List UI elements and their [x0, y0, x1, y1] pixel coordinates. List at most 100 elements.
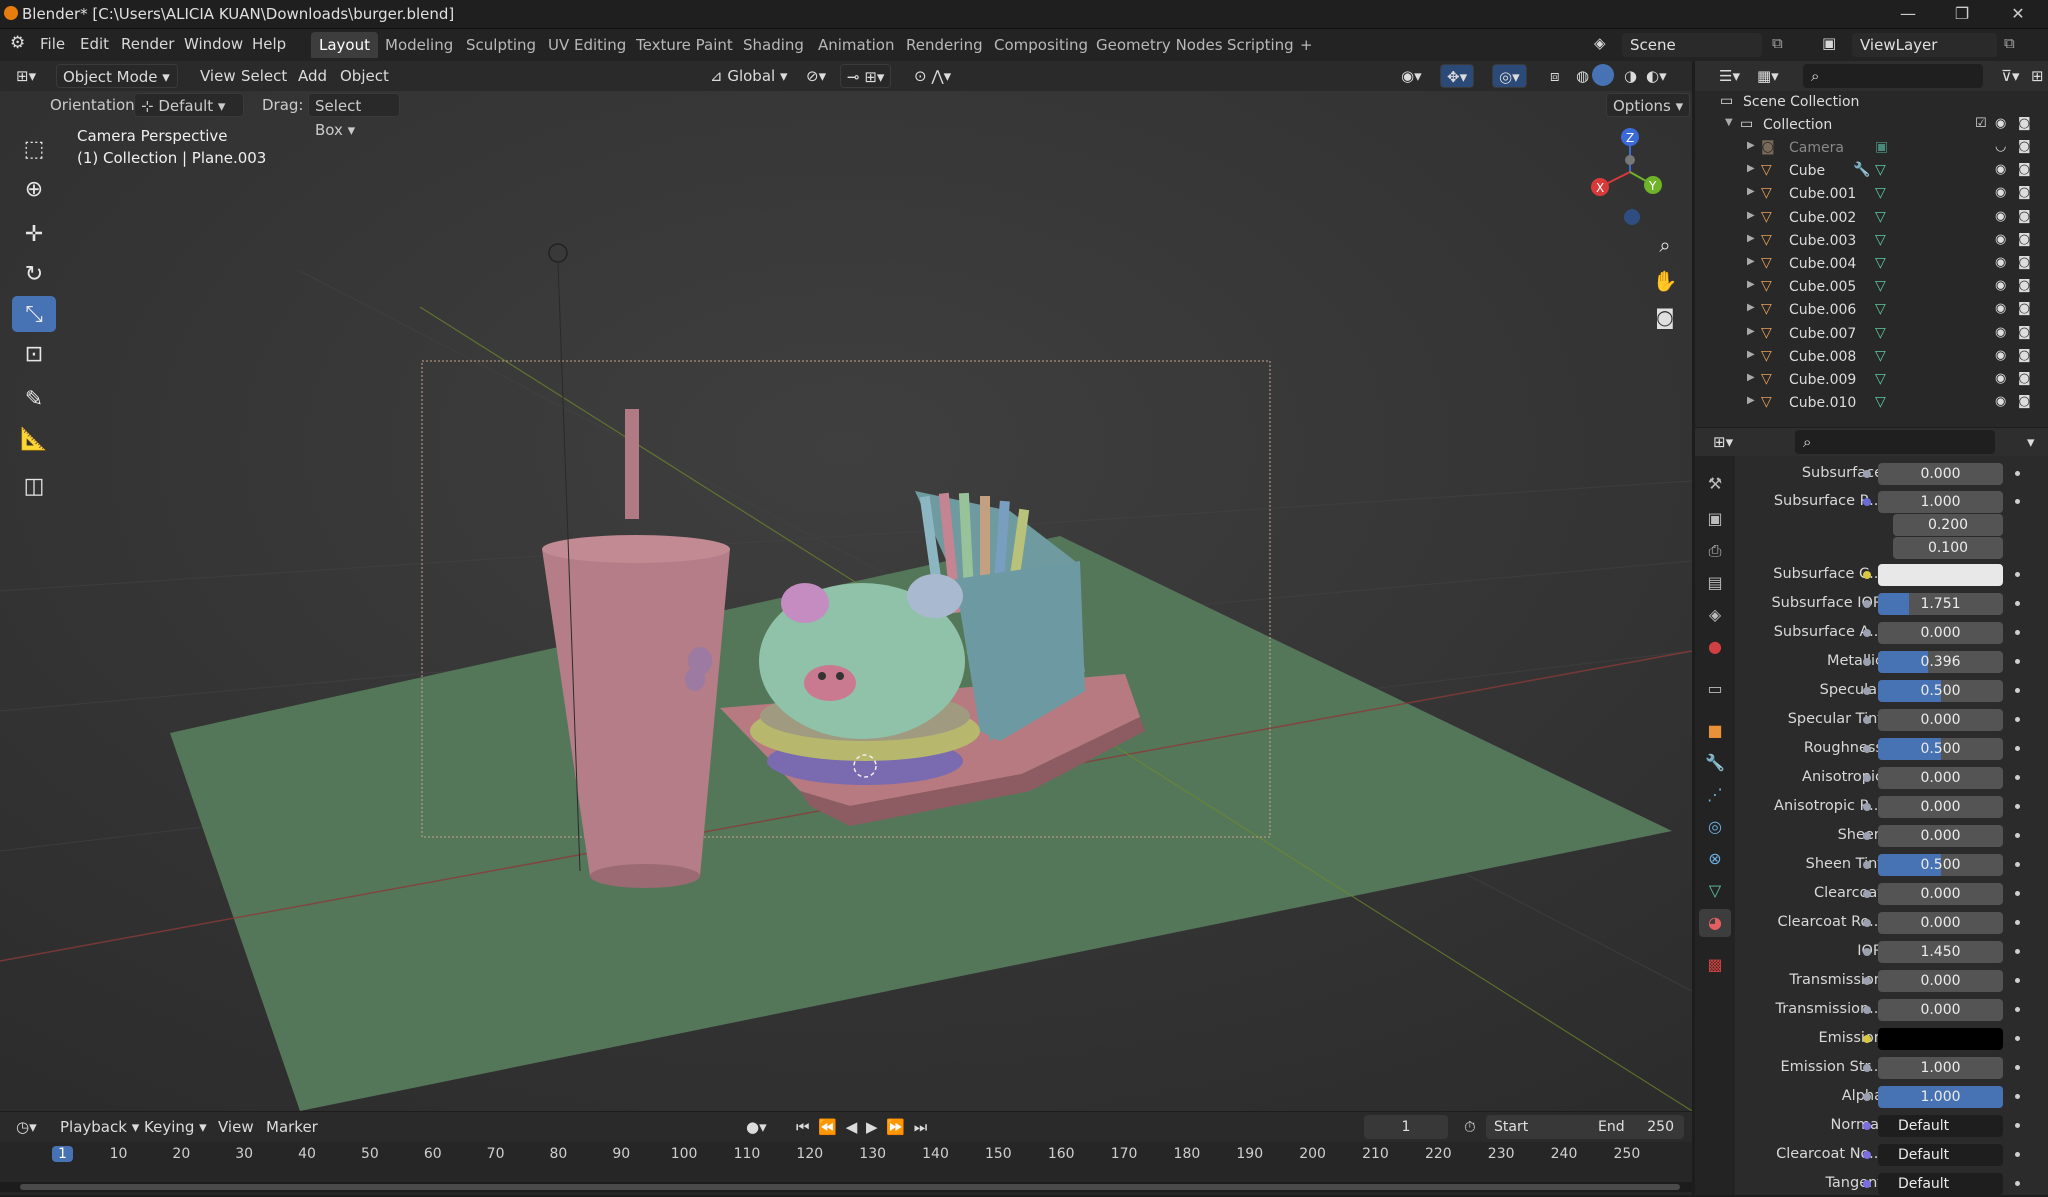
outliner-item[interactable]: ▶ ▽ Cube.009 ▽ ◉ ◙ — [1695, 369, 2048, 392]
outliner-editor-icon[interactable]: ☰▾ — [1713, 64, 1746, 88]
property-field[interactable]: 0.500 — [1878, 738, 2003, 760]
output-tab-icon[interactable]: ⎙ — [1699, 537, 1731, 565]
keyframe-icon[interactable] — [2015, 471, 2020, 476]
stopwatch-icon[interactable]: ⏱ — [1458, 1115, 1482, 1139]
eye-icon[interactable]: ◉ — [1995, 394, 2006, 409]
keyframe-icon[interactable] — [2015, 630, 2020, 635]
render-icon[interactable]: ◙ — [2018, 139, 2031, 154]
add-workspace-button[interactable]: + — [1292, 32, 1321, 58]
socket-icon[interactable] — [1863, 919, 1871, 927]
expand-arrow-icon[interactable]: ▶ — [1747, 326, 1755, 337]
expand-arrow-icon[interactable]: ▶ — [1747, 186, 1755, 197]
keyframe-icon[interactable] — [2015, 1094, 2020, 1099]
render-icon[interactable]: ◙ — [2018, 325, 2031, 340]
tool-tab-icon[interactable]: ⚒ — [1699, 470, 1731, 498]
socket-icon[interactable] — [1863, 832, 1871, 840]
outliner-search-input[interactable]: ⌕ — [1803, 64, 1983, 88]
property-field[interactable]: 0.000 — [1878, 709, 2003, 731]
properties-options-icon[interactable]: ▾ — [2021, 430, 2041, 454]
world-tab-icon[interactable]: ● — [1699, 633, 1731, 661]
move-tool-icon[interactable]: ✛ — [12, 216, 56, 252]
outliner-item[interactable]: ▶ ▽ Cube.007 ▽ ◉ ◙ — [1695, 323, 2048, 346]
eye-icon[interactable]: ◉ — [1995, 255, 2006, 270]
tab-rendering[interactable]: Rendering — [898, 32, 991, 58]
property-field[interactable]: 1.000 — [1878, 1086, 2003, 1108]
keyframe-icon[interactable] — [2015, 659, 2020, 664]
navigation-gizmo[interactable]: Z X Y — [1585, 127, 1675, 227]
property-field[interactable]: 0.000 — [1878, 796, 2003, 818]
property-field[interactable]: 0.000 — [1878, 999, 2003, 1021]
menu-add[interactable]: Add — [292, 64, 333, 88]
properties-editor-icon[interactable]: ⊞▾ — [1707, 430, 1739, 454]
texture-tab-icon[interactable]: ▩ — [1699, 951, 1731, 979]
property-field[interactable]: 1.000 — [1878, 491, 2003, 513]
property-field[interactable]: 0.000 — [1878, 463, 2003, 485]
socket-icon[interactable] — [1863, 1093, 1871, 1101]
keyframe-icon[interactable] — [2015, 499, 2020, 504]
socket-icon[interactable] — [1863, 803, 1871, 811]
socket-icon[interactable] — [1863, 687, 1871, 695]
drag-selector[interactable]: Select Box ▾ — [308, 93, 400, 139]
collection-tab-icon[interactable]: ▭ — [1699, 675, 1731, 703]
outliner-item[interactable]: ▶ ▽ Cube.005 ▽ ◉ ◙ — [1695, 276, 2048, 299]
timeline[interactable]: 1 10 20 30 40 50 60 70 80 90 100 110 120 130 140 150 160… — [0, 1142, 1692, 1195]
expand-arrow-icon[interactable]: ▶ — [1747, 163, 1755, 174]
eye-icon[interactable]: ◉ — [1995, 185, 2006, 200]
keyframe-icon[interactable] — [2015, 775, 2020, 780]
outliner-item[interactable]: ▶ ▽ Cube.010 ▽ ◉ ◙ — [1695, 392, 2048, 415]
eye-icon[interactable]: ◉ — [1995, 162, 2006, 177]
camera-view-icon[interactable]: ◙ — [1649, 301, 1681, 333]
outliner-item[interactable]: ▶ ▽ Cube.002 ▽ ◉ ◙ — [1695, 207, 2048, 230]
close-button[interactable]: ✕ — [1998, 2, 2038, 26]
keyframe-icon[interactable] — [2015, 833, 2020, 838]
property-field[interactable]: 0.100 — [1893, 537, 2003, 559]
keyframe-icon[interactable] — [2015, 1036, 2020, 1041]
eye-icon[interactable]: ◉ — [1995, 348, 2006, 363]
transform-orientation-selector[interactable]: ⊿ Global ▾ — [704, 64, 794, 88]
property-field[interactable]: 1.450 — [1878, 941, 2003, 963]
view-layer-tab-icon[interactable]: ▤ — [1699, 569, 1731, 597]
expand-arrow-icon[interactable]: ▶ — [1747, 302, 1755, 313]
outliner-item[interactable]: ▶ ▽ Cube.001 ▽ ◉ ◙ — [1695, 183, 2048, 206]
property-field[interactable]: 0.000 — [1878, 622, 2003, 644]
socket-icon[interactable] — [1863, 498, 1871, 506]
eye-icon[interactable]: ◉ — [1995, 325, 2006, 340]
material-tab-icon[interactable]: ◕ — [1699, 909, 1731, 937]
menu-edit[interactable]: Edit — [80, 35, 109, 53]
end-frame-field[interactable]: End 250 — [1590, 1115, 1684, 1139]
outliner-item[interactable]: ▶ ▽ Cube.006 ▽ ◉ ◙ — [1695, 299, 2048, 322]
socket-icon[interactable] — [1863, 977, 1871, 985]
property-field[interactable] — [1878, 1028, 2003, 1050]
socket-icon[interactable] — [1863, 1122, 1871, 1130]
editor-type-icon[interactable]: ⊞▾ — [10, 64, 42, 88]
eye-icon[interactable]: ◉ — [1995, 116, 2006, 131]
transform-tool-icon[interactable]: ⊡ — [12, 336, 56, 372]
current-frame-field[interactable]: 1 — [1364, 1115, 1448, 1139]
menu-help[interactable]: Help — [252, 35, 286, 53]
scene-icon[interactable]: ◈ — [1594, 34, 1606, 52]
render-icon[interactable]: ◙ — [2018, 348, 2031, 363]
new-viewlayer-icon[interactable]: ⧉ — [2004, 34, 2015, 52]
property-field[interactable]: Default — [1878, 1173, 2003, 1195]
eye-hidden-icon[interactable]: ◡ — [1995, 139, 2006, 154]
scene-selector[interactable]: Scene — [1622, 33, 1762, 57]
eye-icon[interactable]: ◉ — [1995, 232, 2006, 247]
timeline-scrollbar[interactable] — [0, 1182, 1692, 1192]
filter-icon[interactable]: ⊽▾ — [1995, 64, 2026, 88]
overlay-toggle-icon[interactable]: ◎▾ — [1492, 64, 1527, 88]
socket-icon[interactable] — [1863, 658, 1871, 666]
orientation-selector[interactable]: ⊹ Default ▾ — [134, 93, 244, 117]
cursor-tool-icon[interactable]: ⊕ — [12, 171, 56, 207]
keyframe-icon[interactable] — [2015, 1007, 2020, 1012]
outliner-item[interactable]: ▶ ◙ Camera ▣ ◡ ◙ — [1695, 137, 2048, 160]
property-field[interactable]: Default — [1878, 1144, 2003, 1166]
menu-file[interactable]: File — [40, 35, 65, 53]
outliner-item[interactable]: ▶ ▽ Cube.003 ▽ ◉ ◙ — [1695, 230, 2048, 253]
socket-icon[interactable] — [1863, 629, 1871, 637]
keyframe-icon[interactable] — [2015, 1123, 2020, 1128]
data-tab-icon[interactable]: ▽ — [1699, 877, 1731, 905]
select-box-tool-icon[interactable]: ⬚ — [12, 131, 56, 167]
keyframe-icon[interactable] — [2015, 601, 2020, 606]
expand-arrow-icon[interactable]: ▼ — [1725, 117, 1733, 128]
menu-object[interactable]: Object — [334, 64, 395, 88]
